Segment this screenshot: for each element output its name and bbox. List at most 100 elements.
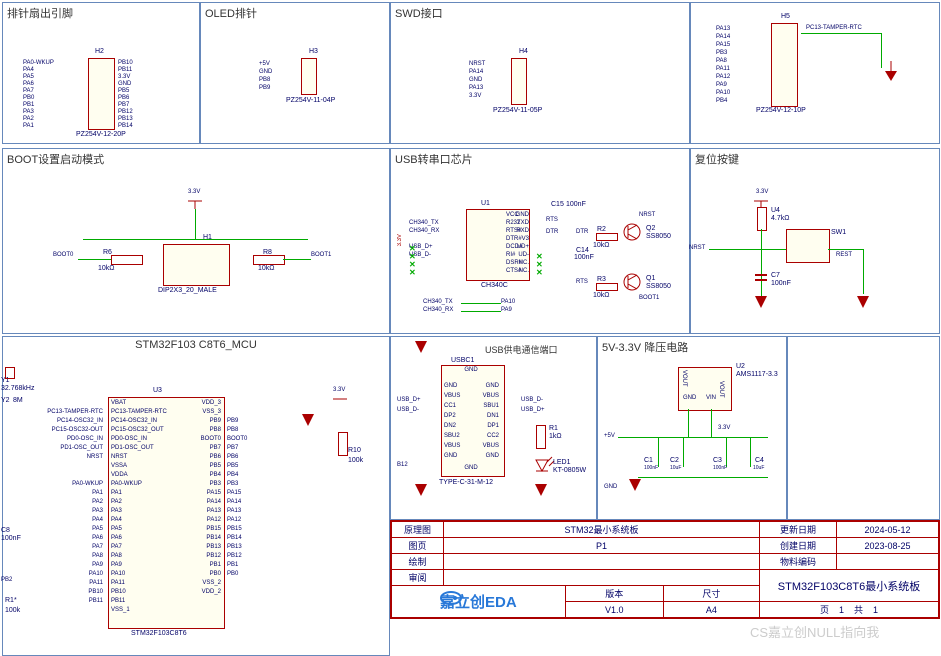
net-label: PA14	[469, 68, 485, 76]
net-rest: REST	[836, 252, 852, 258]
gnd-icon	[298, 412, 318, 430]
gnd-icon	[881, 61, 901, 86]
pin-label: PA3	[111, 507, 167, 516]
net-label	[409, 235, 439, 243]
pin-label: GND	[479, 451, 499, 461]
block-swd: SWD接口 H4 NRSTPA14GNDPA133.3V PZ254V-11-0…	[390, 2, 690, 144]
gnd-icon	[751, 294, 771, 312]
r2v: 10kΩ	[593, 242, 610, 249]
tb-ver-lbl: 版本	[565, 586, 663, 602]
chip-h5	[771, 23, 798, 107]
net-label: +5V	[259, 60, 272, 68]
net-label: PA0-WKUP	[28, 480, 103, 489]
net-label	[227, 399, 247, 408]
ldo-gnd: GND	[604, 484, 617, 490]
net-label: PA5	[28, 525, 103, 534]
tb-cr-val: 2023-08-25	[837, 538, 939, 554]
q2v: SS8050	[646, 233, 671, 240]
title-mcu: STM32F103 C8T6_MCU	[3, 337, 389, 353]
c3v: 100nF	[713, 465, 727, 471]
pin-label: DN1	[479, 411, 499, 421]
ref-c2: C2	[670, 457, 679, 464]
title-swd: SWD接口	[391, 3, 689, 23]
net-label: PA15	[716, 41, 730, 49]
pin-label: RTS#	[506, 227, 522, 235]
ref-u2: U2	[736, 363, 745, 370]
r6-val: 10kΩ	[98, 265, 115, 272]
pin-label: PB10	[111, 588, 167, 597]
pin-label: RI#	[506, 251, 522, 259]
tb-board: STM32F103C8T6最小系统板	[760, 570, 939, 602]
block-spacer	[787, 336, 940, 520]
ref-c1: C1	[644, 457, 653, 464]
net-nrst-q2: NRST	[639, 212, 655, 218]
net-label	[227, 588, 247, 597]
net-label: PA1	[28, 489, 103, 498]
r1sv: 100k	[5, 607, 20, 614]
net-label: PB0	[227, 570, 247, 579]
net-label: PA9	[28, 561, 103, 570]
net-label: PA10	[716, 89, 730, 97]
q1v: SS8050	[646, 283, 671, 290]
net-label: PA2	[23, 116, 54, 123]
pin-label: GND	[444, 381, 460, 391]
rx-to: PA9	[501, 307, 512, 313]
net-b12: B12	[397, 462, 408, 468]
y2v: 8M	[13, 397, 23, 404]
net-label: PB13	[118, 116, 133, 123]
net-label: PB1	[227, 561, 247, 570]
r8-val: 10kΩ	[258, 265, 275, 272]
tb-size-val: A4	[663, 602, 759, 618]
net-label: PB4	[227, 471, 247, 480]
top-gnd: GND	[446, 367, 496, 373]
pin-label: VBUS	[479, 391, 499, 401]
pin-label: DN2	[444, 421, 460, 431]
tx-lbl: CH340_TX	[423, 299, 453, 305]
ref-c14: C14	[576, 247, 589, 254]
net-label: PA13	[227, 507, 247, 516]
pin-label: PB5	[181, 462, 221, 471]
net-label: PA13	[469, 84, 485, 92]
ref-h3: H3	[309, 48, 318, 55]
net-label: PB3	[227, 480, 247, 489]
r10v: 100k	[348, 457, 363, 464]
net-label	[28, 399, 103, 408]
pin-label: PA1	[111, 489, 167, 498]
ref-c4: C4	[755, 457, 764, 464]
net-boot0: BOOT0	[53, 252, 73, 258]
net-label: PA10	[28, 570, 103, 579]
net-label: PA3	[28, 507, 103, 516]
c2v: 10uF	[670, 465, 681, 471]
net-label: PB13	[227, 543, 247, 552]
net-label: PB6	[118, 95, 133, 102]
net-label: GND	[118, 81, 133, 88]
ref-q1: Q1	[646, 275, 655, 282]
net-label: PA12	[227, 516, 247, 525]
ref-u3: U3	[153, 387, 162, 394]
net-label: GND	[469, 76, 485, 84]
pin-label: PD1-OSC_OUT	[111, 444, 167, 453]
tb-upd-val: 2024-05-12	[837, 522, 939, 538]
c1v: 100nF	[644, 465, 658, 471]
pin-label: VDD_3	[181, 399, 221, 408]
u2-p1: GND	[683, 395, 696, 401]
pwr-icon	[754, 199, 768, 207]
tb-p-lbl: 页	[820, 605, 829, 615]
xmark-icon: ✕	[409, 268, 416, 277]
tb-t-val: 1	[873, 605, 878, 615]
net-label: PA7	[28, 543, 103, 552]
pin-label: CC1	[444, 401, 460, 411]
net-label: 3.3V	[469, 92, 485, 100]
ref-r10: R10	[348, 447, 361, 454]
net-label: PC14-OSC32_IN	[28, 417, 103, 426]
net-label: PB3	[716, 49, 730, 57]
net-label: PA0-WKUP	[23, 60, 54, 67]
net-label: CH340_TX	[409, 219, 439, 227]
ref-r2: R2	[597, 226, 606, 233]
net-label: PA7	[23, 88, 54, 95]
net-label: PB8	[259, 76, 272, 84]
net-label: CH340_RX	[409, 227, 439, 235]
ref-sw1: SW1	[831, 229, 846, 236]
pin-label: PB8	[181, 426, 221, 435]
net-label: NRST	[28, 453, 103, 462]
